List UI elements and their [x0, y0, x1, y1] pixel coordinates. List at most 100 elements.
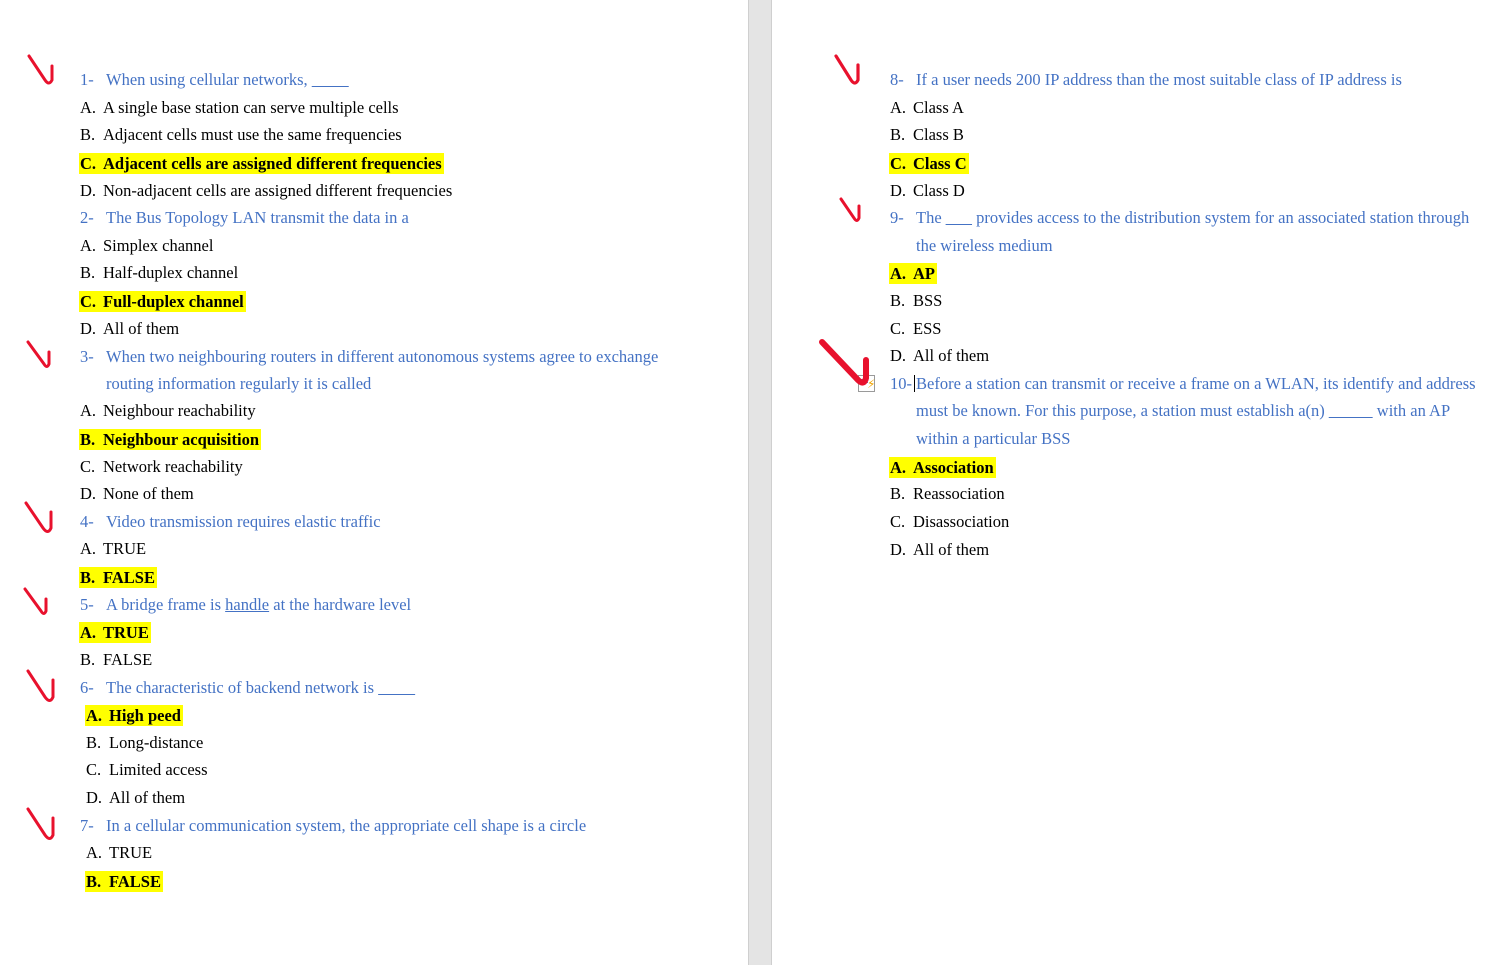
question-4-text: Video transmission requires elastic traf…	[106, 512, 381, 531]
question-1-option-d: D. Non-adjacent cells are assigned differ…	[80, 181, 452, 200]
question-3-option-c: C. Network reachability	[80, 457, 243, 476]
option-text: TRUE	[103, 539, 147, 558]
option-letter: B.	[86, 733, 102, 752]
option-letter: B.	[80, 568, 96, 587]
question-2-option-c-answer: C. Full-duplex channel	[79, 291, 246, 312]
question-10-text-line2: must be known. For this purpose, a stati…	[916, 401, 1450, 420]
question-2: 2- The Bus Topology LAN transmit the data…	[80, 208, 409, 227]
question-1-option-c-answer: C. Adjacent cells are assigned different …	[79, 153, 444, 174]
page-divider-gap	[748, 0, 772, 965]
question-10-text-line3: within a particular BSS	[916, 429, 1071, 448]
question-6-option-b: B. Long-distance	[86, 733, 203, 752]
question-10: 10- Before a station can transmit or rece…	[890, 374, 1476, 393]
option-letter: B.	[80, 650, 96, 669]
option-text: Adjacent cells must use the same frequen…	[103, 125, 402, 144]
option-letter: C.	[80, 292, 97, 311]
option-text: FALSE	[103, 568, 155, 587]
option-letter: C.	[890, 319, 906, 338]
question-10-text: Before a station can transmit or receive…	[916, 374, 1476, 393]
question-7-option-a: A. TRUE	[86, 843, 152, 862]
document-page-right	[772, 0, 1511, 965]
option-text: Limited access	[109, 760, 208, 779]
question-3-text-line2: routing information regularly it is call…	[106, 374, 372, 393]
question-4-option-a: A. TRUE	[80, 539, 146, 558]
question-2-option-d: D. All of them	[80, 319, 179, 338]
option-text: Half-duplex channel	[103, 263, 239, 282]
option-text: Neighbour acquisition	[103, 430, 260, 449]
option-letter: D.	[890, 346, 907, 365]
question-6-option-c: C. Limited access	[86, 760, 208, 779]
question-6-option-d: D. All of them	[86, 788, 185, 807]
question-5: 5- A bridge frame is handle at the hardwa…	[80, 595, 411, 614]
option-letter: D.	[890, 540, 907, 559]
question-10-number: 10-	[890, 374, 912, 393]
question-10-option-a-answer: A. Association	[889, 457, 996, 478]
question-10-option-d: D. All of them	[890, 540, 989, 559]
option-letter: A.	[80, 539, 97, 558]
option-letter: D.	[80, 484, 97, 503]
option-letter: C.	[86, 760, 102, 779]
option-text: ESS	[913, 319, 942, 338]
option-text: Association	[913, 458, 994, 477]
option-text: A single base station can serve multiple…	[103, 98, 399, 117]
question-6: 6- The characteristic of backend network …	[80, 678, 415, 697]
question-9-option-d: D. All of them	[890, 346, 989, 365]
option-text: BSS	[913, 291, 943, 310]
lightning-bolt-icon: ⚡	[867, 377, 876, 391]
question-3-number: 3-	[80, 347, 94, 366]
question-2-number: 2-	[80, 208, 94, 227]
option-text: All of them	[913, 540, 990, 559]
question-8-number: 8-	[890, 70, 904, 89]
question-9-blank: ___	[945, 208, 973, 227]
option-text: Non-adjacent cells are assigned differen…	[103, 181, 453, 200]
option-letter: D.	[890, 181, 907, 200]
question-8-option-d: D. Class D	[890, 181, 965, 200]
question-4-option-b-answer: B. FALSE	[79, 567, 157, 588]
option-text: All of them	[103, 319, 180, 338]
option-text: TRUE	[103, 623, 149, 642]
question-9-text-part2: provides access to the distribution syst…	[972, 208, 1470, 227]
option-text: Full-duplex channel	[103, 292, 244, 311]
option-text: TRUE	[109, 843, 153, 862]
question-6-number: 6-	[80, 678, 94, 697]
option-letter: A.	[890, 458, 907, 477]
question-4-number: 4-	[80, 512, 94, 531]
option-text: Class A	[913, 98, 964, 117]
question-1: 1- When using cellular networks,	[80, 70, 349, 89]
option-letter: C.	[80, 154, 97, 173]
option-text: Network reachability	[103, 457, 243, 476]
question-9-number: 9-	[890, 208, 904, 227]
question-7: 7- In a cellular communication system, th…	[80, 816, 586, 835]
option-letter: C.	[890, 512, 906, 531]
option-letter: A.	[80, 236, 97, 255]
autocorrect-options-icon[interactable]: ⚡	[858, 375, 875, 392]
question-5-option-b: B. FALSE	[80, 650, 152, 669]
question-3: 3- When two neighbouring routers in diffe…	[80, 347, 658, 366]
option-text: Reassociation	[913, 484, 1005, 503]
question-10-option-b: B. Reassociation	[890, 484, 1005, 503]
option-text: FALSE	[103, 650, 153, 669]
option-text: Adjacent cells are assigned different fr…	[103, 154, 442, 173]
option-text: None of them	[103, 484, 194, 503]
question-1-number: 1-	[80, 70, 94, 89]
option-text: Class D	[913, 181, 965, 200]
option-letter: D.	[86, 788, 103, 807]
question-1-blank	[312, 70, 349, 89]
question-3-option-b-answer: B. Neighbour acquisition	[79, 429, 262, 450]
question-9-text-part1: The	[916, 208, 946, 227]
option-text: All of them	[913, 346, 990, 365]
option-letter: B.	[80, 125, 96, 144]
question-1-option-a: A. A single base station can serve multip…	[80, 98, 399, 117]
option-letter: A.	[80, 623, 97, 642]
question-1-text: When using cellular networks,	[106, 70, 312, 89]
option-text: AP	[913, 264, 935, 283]
question-5-text-before: A bridge frame is	[106, 595, 226, 614]
option-letter: B.	[86, 872, 102, 891]
option-text: Simplex channel	[103, 236, 214, 255]
question-2-text: The Bus Topology LAN transmit the data i…	[106, 208, 409, 227]
option-text: Class C	[913, 154, 967, 173]
question-5-number: 5-	[80, 595, 94, 614]
option-letter: B.	[80, 263, 96, 282]
question-9-option-b: B. BSS	[890, 291, 942, 310]
question-4: 4- Video transmission requires elastic tr…	[80, 512, 381, 531]
